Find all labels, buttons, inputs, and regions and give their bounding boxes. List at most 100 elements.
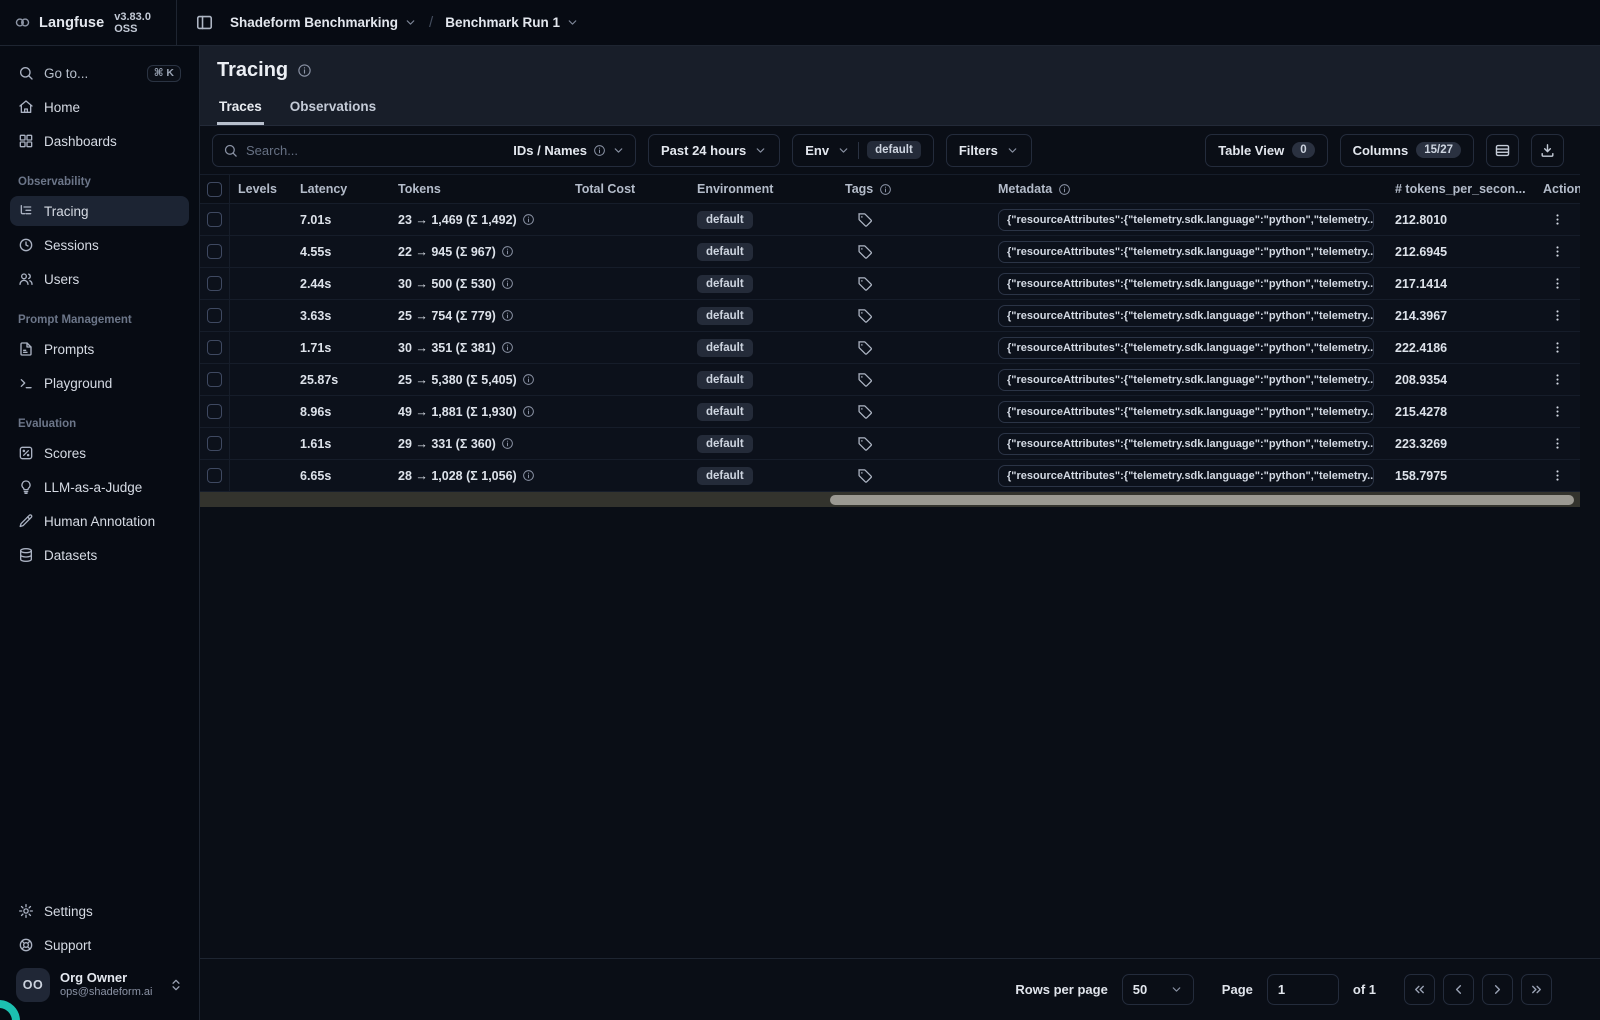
tag-icon[interactable] bbox=[857, 404, 873, 420]
sidebar-item-tracing[interactable]: Tracing bbox=[10, 196, 189, 226]
tag-icon[interactable] bbox=[857, 468, 873, 484]
metadata-cell: {"resourceAttributes":{"telemetry.sdk.la… bbox=[990, 336, 1387, 359]
horizontal-scrollbar-thumb[interactable] bbox=[830, 494, 1574, 505]
last-page-button[interactable] bbox=[1521, 974, 1552, 1005]
metadata-pill[interactable]: {"resourceAttributes":{"telemetry.sdk.la… bbox=[998, 240, 1374, 263]
horizontal-scrollbar-track[interactable] bbox=[200, 492, 1580, 507]
sidebar-item-scores[interactable]: Scores bbox=[10, 438, 189, 468]
next-page-button[interactable] bbox=[1482, 974, 1513, 1005]
table-row[interactable]: 2.44s 30 → 500 (Σ 530) default {"resourc… bbox=[200, 268, 1580, 300]
file-icon bbox=[18, 341, 34, 357]
sidebar-item-llm-as-a-judge[interactable]: LLM-as-a-Judge bbox=[10, 472, 189, 502]
row-checkbox[interactable] bbox=[207, 372, 222, 387]
row-checkbox[interactable] bbox=[207, 468, 222, 483]
metadata-pill[interactable]: {"resourceAttributes":{"telemetry.sdk.la… bbox=[998, 272, 1374, 295]
time-range-button[interactable]: Past 24 hours bbox=[648, 133, 781, 167]
tag-icon[interactable] bbox=[857, 212, 873, 228]
info-icon[interactable] bbox=[297, 63, 312, 78]
brand[interactable]: Langfuse v3.83.0 OSS bbox=[0, 0, 177, 45]
metadata-pill[interactable]: {"resourceAttributes":{"telemetry.sdk.la… bbox=[998, 304, 1374, 327]
sidebar-toggle-button[interactable] bbox=[191, 9, 218, 36]
table-row[interactable]: 25.87s 25 → 5,380 (Σ 5,405) default {"re… bbox=[200, 364, 1580, 396]
tag-icon[interactable] bbox=[857, 308, 873, 324]
sidebar-item-support[interactable]: Support bbox=[10, 930, 189, 960]
sidebar-item-datasets[interactable]: Datasets bbox=[10, 540, 189, 570]
metadata-pill[interactable]: {"resourceAttributes":{"telemetry.sdk.la… bbox=[998, 432, 1374, 455]
row-checkbox[interactable] bbox=[207, 340, 222, 355]
kebab-menu-icon[interactable] bbox=[1546, 400, 1569, 423]
kebab-menu-icon[interactable] bbox=[1546, 240, 1569, 263]
row-checkbox[interactable] bbox=[207, 436, 222, 451]
kebab-menu-icon[interactable] bbox=[1546, 464, 1569, 487]
table-row[interactable]: 1.71s 30 → 351 (Σ 381) default {"resourc… bbox=[200, 332, 1580, 364]
export-button[interactable] bbox=[1531, 133, 1564, 167]
tab-observations[interactable]: Observations bbox=[288, 99, 378, 125]
row-checkbox[interactable] bbox=[207, 276, 222, 291]
page-number-input[interactable] bbox=[1266, 974, 1339, 1005]
breadcrumb-project[interactable]: Benchmark Run 1 bbox=[445, 15, 579, 30]
row-checkbox[interactable] bbox=[207, 404, 222, 419]
info-icon[interactable] bbox=[501, 341, 514, 354]
goto-search-button[interactable]: Go to... ⌘ K bbox=[10, 58, 189, 88]
info-icon[interactable] bbox=[879, 183, 892, 196]
select-all-checkbox[interactable] bbox=[207, 181, 222, 197]
sidebar-item-sessions[interactable]: Sessions bbox=[10, 230, 189, 260]
info-icon[interactable] bbox=[501, 277, 514, 290]
info-icon[interactable] bbox=[501, 245, 514, 258]
row-height-button[interactable] bbox=[1486, 133, 1519, 167]
table-view-button[interactable]: Table View 0 bbox=[1205, 133, 1328, 167]
sidebar-item-playground[interactable]: Playground bbox=[10, 368, 189, 398]
info-icon[interactable] bbox=[501, 437, 514, 450]
info-icon[interactable] bbox=[522, 405, 535, 418]
metadata-pill[interactable]: {"resourceAttributes":{"telemetry.sdk.la… bbox=[998, 400, 1374, 423]
row-checkbox[interactable] bbox=[207, 212, 222, 227]
tab-traces[interactable]: Traces bbox=[217, 99, 264, 125]
sidebar-item-dashboards[interactable]: Dashboards bbox=[10, 126, 189, 156]
breadcrumb-org[interactable]: Shadeform Benchmarking bbox=[230, 15, 417, 30]
row-checkbox[interactable] bbox=[207, 308, 222, 323]
tag-icon[interactable] bbox=[857, 372, 873, 388]
row-checkbox[interactable] bbox=[207, 244, 222, 259]
info-icon[interactable] bbox=[501, 309, 514, 322]
filters-button[interactable]: Filters bbox=[945, 133, 1032, 167]
table-row[interactable]: 3.63s 25 → 754 (Σ 779) default {"resourc… bbox=[200, 300, 1580, 332]
latency-cell: 25.87s bbox=[300, 372, 339, 387]
previous-page-button[interactable] bbox=[1443, 974, 1474, 1005]
kebab-menu-icon[interactable] bbox=[1546, 208, 1569, 231]
sidebar-item-home[interactable]: Home bbox=[10, 92, 189, 122]
info-icon[interactable] bbox=[1058, 183, 1071, 196]
metadata-pill[interactable]: {"resourceAttributes":{"telemetry.sdk.la… bbox=[998, 208, 1374, 231]
columns-button[interactable]: Columns 15/27 bbox=[1339, 133, 1474, 167]
info-icon[interactable] bbox=[522, 469, 535, 482]
tag-icon[interactable] bbox=[857, 244, 873, 260]
first-page-button[interactable] bbox=[1404, 974, 1435, 1005]
info-icon[interactable] bbox=[522, 373, 535, 386]
metadata-pill[interactable]: {"resourceAttributes":{"telemetry.sdk.la… bbox=[998, 464, 1374, 487]
tag-icon[interactable] bbox=[857, 436, 873, 452]
table-row[interactable]: 7.01s 23 → 1,469 (Σ 1,492) default {"res… bbox=[200, 204, 1580, 236]
info-icon[interactable] bbox=[522, 213, 535, 226]
kebab-menu-icon[interactable] bbox=[1546, 304, 1569, 327]
tag-icon[interactable] bbox=[857, 276, 873, 292]
sidebar-item-human-annotation[interactable]: Human Annotation bbox=[10, 506, 189, 536]
user-menu[interactable]: OO Org Owner ops@shadeform.ai bbox=[10, 962, 189, 1008]
table-row[interactable]: 4.55s 22 → 945 (Σ 967) default {"resourc… bbox=[200, 236, 1580, 268]
filters-label: Filters bbox=[958, 142, 998, 158]
table-row[interactable]: 6.65s 28 → 1,028 (Σ 1,056) default {"res… bbox=[200, 460, 1580, 492]
sidebar-item-prompts[interactable]: Prompts bbox=[10, 334, 189, 364]
tag-icon[interactable] bbox=[857, 340, 873, 356]
env-filter-button[interactable]: Env default bbox=[792, 133, 934, 167]
kebab-menu-icon[interactable] bbox=[1546, 432, 1569, 455]
sidebar-item-settings[interactable]: Settings bbox=[10, 896, 189, 926]
table-row[interactable]: 8.96s 49 → 1,881 (Σ 1,930) default {"res… bbox=[200, 396, 1580, 428]
table-row[interactable]: 1.61s 29 → 331 (Σ 360) default {"resourc… bbox=[200, 428, 1580, 460]
metadata-pill[interactable]: {"resourceAttributes":{"telemetry.sdk.la… bbox=[998, 368, 1374, 391]
kebab-menu-icon[interactable] bbox=[1546, 368, 1569, 391]
rows-per-page-select[interactable]: 50 bbox=[1121, 974, 1194, 1005]
kebab-menu-icon[interactable] bbox=[1546, 336, 1569, 359]
metadata-pill[interactable]: {"resourceAttributes":{"telemetry.sdk.la… bbox=[998, 336, 1374, 359]
search-input[interactable] bbox=[246, 142, 506, 158]
sidebar-item-users[interactable]: Users bbox=[10, 264, 189, 294]
search-mode-select[interactable]: IDs / Names bbox=[513, 143, 625, 158]
kebab-menu-icon[interactable] bbox=[1546, 272, 1569, 295]
